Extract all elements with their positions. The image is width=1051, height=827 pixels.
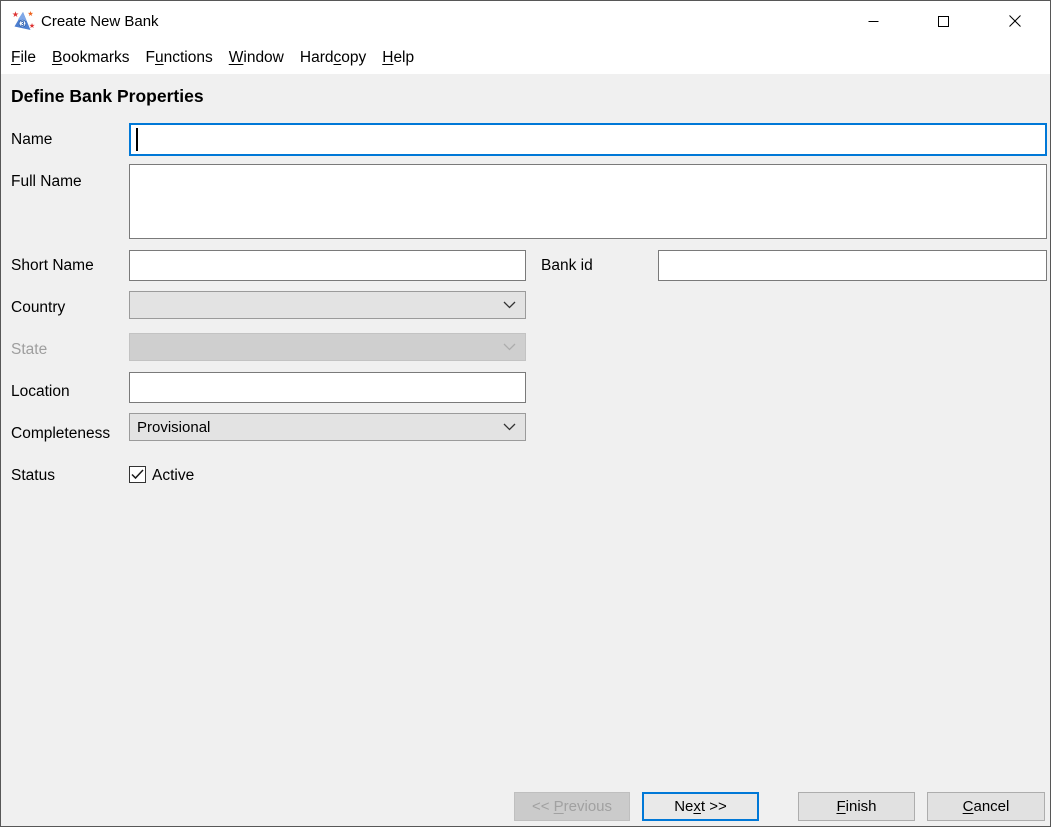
completeness-selected-value: Provisional — [137, 419, 210, 436]
completeness-select[interactable]: Provisional — [129, 413, 526, 441]
menu-help[interactable]: Help — [374, 41, 422, 74]
finish-button[interactable]: Finish — [798, 792, 915, 821]
window-title: Create New Bank — [41, 1, 159, 41]
name-label: Name — [11, 131, 52, 149]
close-icon — [1009, 15, 1021, 27]
menubar: File Bookmarks Functions Window Hardcopy… — [1, 41, 1050, 74]
location-input[interactable] — [129, 372, 526, 403]
menu-bookmarks[interactable]: Bookmarks — [44, 41, 138, 74]
next-button[interactable]: Next >> — [642, 792, 759, 821]
text-caret — [136, 128, 138, 151]
previous-button: << Previous — [514, 792, 630, 821]
menu-hardcopy[interactable]: Hardcopy — [292, 41, 374, 74]
maximize-icon — [938, 16, 949, 27]
short-name-input[interactable] — [129, 250, 526, 281]
full-name-textarea[interactable] — [129, 164, 1047, 239]
wizard-hat-icon: 3 ★ ★ ★ — [12, 10, 35, 33]
svg-text:★: ★ — [12, 10, 19, 19]
status-label: Status — [11, 467, 55, 485]
location-label: Location — [11, 383, 70, 401]
svg-text:★: ★ — [29, 22, 35, 30]
checkmark-icon — [131, 469, 144, 480]
svg-text:★: ★ — [27, 10, 33, 18]
completeness-label: Completeness — [11, 425, 110, 443]
bank-id-input[interactable] — [658, 250, 1047, 281]
minimize-button[interactable] — [850, 1, 896, 41]
maximize-button[interactable] — [920, 1, 966, 41]
titlebar: 3 ★ ★ ★ Create New Bank — [1, 1, 1050, 41]
page-title: Define Bank Properties — [11, 86, 204, 107]
active-checkbox[interactable] — [129, 466, 146, 483]
short-name-label: Short Name — [11, 257, 94, 275]
active-checkbox-label: Active — [152, 467, 194, 485]
cancel-button[interactable]: Cancel — [927, 792, 1045, 821]
create-new-bank-window: 3 ★ ★ ★ Create New Bank File Bookmarks F… — [0, 0, 1051, 827]
svg-text:3: 3 — [20, 19, 24, 28]
country-select[interactable] — [129, 291, 526, 319]
chevron-down-icon — [503, 301, 516, 309]
bank-id-label: Bank id — [541, 257, 593, 275]
chevron-down-icon — [503, 343, 516, 351]
chevron-down-icon — [503, 423, 516, 431]
menu-functions[interactable]: Functions — [138, 41, 221, 74]
state-select — [129, 333, 526, 361]
menu-window[interactable]: Window — [221, 41, 292, 74]
country-label: Country — [11, 299, 65, 317]
full-name-label: Full Name — [11, 173, 82, 191]
minimize-icon — [868, 16, 879, 27]
state-label: State — [11, 341, 47, 359]
name-input[interactable] — [129, 123, 1047, 156]
close-button[interactable] — [992, 1, 1038, 41]
menu-file[interactable]: File — [3, 41, 44, 74]
